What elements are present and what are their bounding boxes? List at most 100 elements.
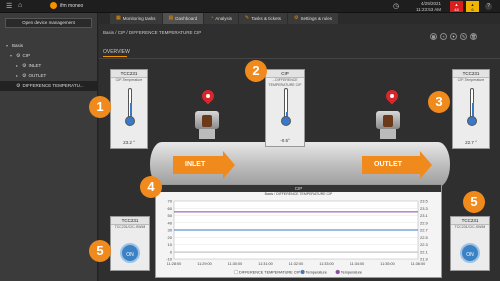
inlet-arrow: INLET [173,151,235,179]
tree-node-label: DIFFERENCE TEMPERATU... [22,83,84,88]
widget-subtitle: CIP-Temperature [457,78,485,82]
add-icon[interactable]: + [440,33,447,40]
grid-icon[interactable]: ▦ [430,33,437,40]
y-tick-label: 10 [168,242,173,247]
tab-label: Tasks & tickets [251,16,282,21]
line-chart: 70 23.5 60 23.3 50 23.1 40 22.9 30 22.7 20 22.5 10 22… [166,199,429,275]
chart-widget[interactable]: CIP Basis / DIFFERENCE TEMPERATURE CIP 7… [155,184,442,278]
chevron-right-icon[interactable]: ▸ [16,71,20,81]
edit-icon[interactable]: ✎ [460,33,467,40]
callout-badge-2: 2 [245,60,267,82]
tab-dashboard[interactable]: ▤ Dashboard [162,13,204,24]
tab-settings-rules[interactable]: ⚙ Settings & rules [288,13,339,24]
tree-node-label: CIP [22,53,30,58]
sensor-icon: ⚙ [22,73,27,79]
overview-tab[interactable]: OVERVIEW [103,49,130,57]
y-tick-label: 70 [168,199,173,204]
x-tick-label: 11:31:00 [258,262,273,266]
tree-node-label: Basis [12,43,24,48]
y2-tick-label: 22.5 [420,235,429,240]
alarm-alert-badge[interactable]: ▲ 48 [450,1,463,12]
tree-node-label: INLET [28,63,42,68]
delete-icon[interactable]: 🗑 [470,33,477,40]
tab-label: Monitoring tasks [122,16,156,21]
y-tick-label: -10 [166,257,173,262]
plant-icon: ⚙ [16,53,21,59]
tree-node-basis[interactable]: ▾ Basis [6,41,97,51]
clock-icon: ◷ [393,3,400,10]
chevron-right-icon[interactable]: ▸ [16,61,20,71]
sensor-icon: ⚙ [16,83,21,89]
tab-tasks-tickets[interactable]: ✎ Tasks & tickets [239,13,288,24]
main-tabs: ▦ Monitoring tasks ▤ Dashboard ◔ Analysis ✎… [110,13,339,24]
tab-analysis[interactable]: ◔ Analysis [204,13,239,24]
tree-node-outlet[interactable]: ▸ ⚙ OUTLET [6,71,97,81]
legend-label: Temperature [306,271,327,275]
open-device-management-button[interactable]: Open device management [5,18,92,28]
chevron-down-icon[interactable]: ▾ [10,51,14,61]
sidebar: Open device management ▾ Basis ▾ ⚙ CIP ▸ ⚙ IN… [0,13,98,281]
y2-tick-label: 23.1 [420,213,429,218]
x-tick-label: 11:33:00 [319,262,334,266]
x-tick-label: 11:28:00 [167,262,182,266]
y2-tick-label: 22.9 [420,220,429,225]
tree-node-cip[interactable]: ▾ ⚙ CIP [6,51,97,61]
breadcrumb: Basis / CIP / DIFFERENCE TEMPERATURE CIP [103,30,202,35]
widget-inlet-temperature[interactable]: TCC231 CIP-Temperature 23.2 ° [110,69,148,149]
widget-switch-right[interactable]: TCC231 TCC231/CIC-SWIM ON [450,216,490,271]
monitor-icon: ▦ [116,15,121,21]
callout-badge-5-left: 5 [89,240,111,262]
brand-name: ifm moneo [60,2,84,9]
pin-icon[interactable]: ✦ [450,33,457,40]
tab-monitoring-tasks[interactable]: ▦ Monitoring tasks [110,13,162,24]
y2-tick-label: 22.7 [420,228,429,233]
x-tick-label: 11:34:00 [350,262,365,266]
widget-value: 23.2 ° [123,140,135,145]
on-button[interactable]: ON [120,243,140,263]
y-tick-label: 60 [168,206,173,211]
x-tick-label: 11:36:00 [411,262,426,266]
widget-subtitle: ...DIFFERENCE TEMPERATURE CIP [268,78,302,87]
widget-title: CIP [266,70,304,78]
widget-switch-left[interactable]: TCC231 TCC231/CIC-SWIM ON [110,216,150,271]
widget-subtitle: CIP-Temperature [115,78,143,82]
y2-tick-label: 22.1 [420,249,429,254]
widget-difference-temperature[interactable]: CIP ...DIFFERENCE TEMPERATURE CIP -0.5° [265,69,305,147]
tasks-icon: ✎ [245,15,250,21]
widget-title: TCC231 [453,70,489,78]
y2-tick-label: 23.5 [420,199,429,204]
sensor-icon: ⚙ [22,63,27,69]
legend-marker [335,269,340,275]
tree-node-inlet[interactable]: ▸ ⚙ INLET [6,61,97,71]
callout-badge-5-right: 5 [463,191,485,213]
outlet-label: OUTLET [374,161,402,168]
widget-title: TCC231 [451,217,489,225]
tree-node-difference-temperature[interactable]: ⚙ DIFFERENCE TEMPERATU... [0,81,97,91]
device-tree: ▾ Basis ▾ ⚙ CIP ▸ ⚙ INLET ▸ ⚙ OUTLET ⚙ DIFFERENC… [0,41,97,91]
warning-alert-badge[interactable]: ▲ 6 [466,1,479,12]
x-tick-label: 11:32:00 [289,262,304,266]
y-tick-label: 50 [168,213,173,218]
inlet-label: INLET [185,161,206,168]
location-pin-icon [383,87,401,106]
tab-label: Analysis [215,16,233,21]
widget-subtitle: TCC231/CIC-SWIM [114,225,146,229]
chevron-down-icon[interactable]: ▾ [6,41,10,51]
home-icon[interactable]: ⌂ [18,2,22,9]
datetime: 4/29/2021 11:23:53 AM [403,1,441,12]
y-tick-label: 0 [170,249,173,254]
on-button[interactable]: ON [460,243,480,263]
chart-title: CIP [156,185,441,192]
y2-tick-label: 22.3 [420,242,429,247]
brand: ifm moneo [50,2,83,9]
y-tick-label: 30 [168,228,173,233]
dashboard-actions: ▦ + ✦ ✎ 🗑 [430,33,477,40]
analysis-icon: ◔ [210,15,214,21]
widget-outlet-temperature[interactable]: TCC231 CIP-Temperature 22.7 ° [452,69,490,149]
divider [99,58,500,59]
menu-icon[interactable]: ☰ [6,2,12,10]
y-tick-label: 40 [168,220,173,225]
legend-marker [233,269,239,275]
help-button[interactable]: ? [485,3,492,10]
widget-value: -0.5° [280,138,290,143]
